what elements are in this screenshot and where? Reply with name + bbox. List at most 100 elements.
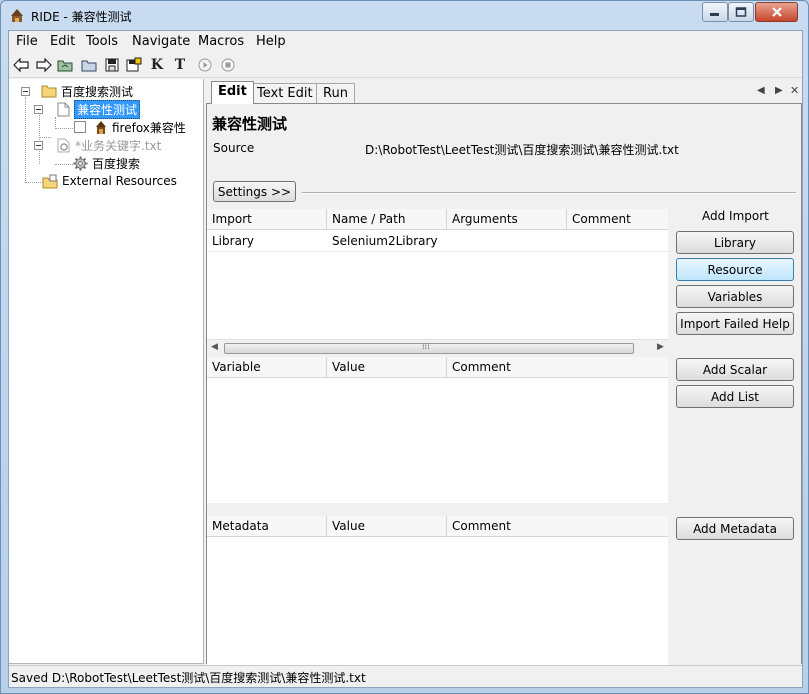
column-header-import: Import (207, 209, 327, 230)
tree-connector (25, 97, 26, 183)
import-failed-help-button[interactable]: Import Failed Help (676, 312, 794, 335)
column-header-value: Value (327, 357, 447, 378)
save-all-button[interactable] (125, 56, 143, 74)
variables-table[interactable]: Variable Value Comment (207, 357, 668, 503)
editor-notebook: Edit Text Edit Run ◀ ▶ ✕ 兼容性测试 Source D:… (206, 79, 802, 665)
add-scalar-button[interactable]: Add Scalar (676, 358, 794, 381)
editor-tabs: Edit Text Edit Run ◀ ▶ ✕ (206, 79, 802, 104)
open-folder-icon (81, 60, 97, 72)
scroll-left-icon[interactable]: ◀ (211, 342, 218, 352)
close-icon (771, 7, 782, 17)
add-metadata-button[interactable]: Add Metadata (676, 517, 794, 540)
open-folder-button[interactable] (80, 56, 98, 74)
window-title: RIDE - 兼容性测试 (31, 10, 132, 24)
save-icon (105, 58, 119, 72)
column-header-value: Value (327, 516, 447, 537)
column-header-comment: Comment (452, 519, 511, 533)
settings-divider (302, 192, 796, 194)
maximize-button[interactable] (728, 2, 754, 22)
resource-file-icon (57, 138, 70, 152)
keyword-search-button[interactable]: K (148, 56, 166, 74)
tab-text-edit[interactable]: Text Edit (250, 83, 320, 103)
table-cell-arguments[interactable] (447, 231, 567, 252)
tab-prev-icon[interactable]: ◀ (757, 85, 765, 96)
tree-item-selected-suite[interactable]: 兼容性测试 (57, 99, 141, 119)
tree-collapse-toggle[interactable] (21, 87, 30, 96)
add-resource-button[interactable]: Resource (676, 258, 794, 281)
scroll-right-icon[interactable]: ▶ (657, 342, 664, 352)
ride-window: RIDE - 兼容性测试 File Edit Tools Navigate Ma… (0, 0, 809, 694)
gear-icon (73, 155, 88, 171)
open-suite-button[interactable] (56, 56, 74, 74)
add-list-button[interactable]: Add List (676, 385, 794, 408)
tab-edit[interactable]: Edit (211, 81, 254, 104)
column-header-comment: Comment (452, 360, 511, 374)
title-bar: RIDE - 兼容性测试 (1, 1, 808, 30)
source-label: Source (213, 141, 255, 155)
menu-tools[interactable]: Tools (86, 34, 118, 49)
column-header-name-path: Name / Path (327, 209, 447, 230)
status-text: Saved D:\RobotTest\LeetTest测试\百度搜索测试\兼容性… (11, 671, 366, 685)
tree-connector (55, 164, 73, 165)
tree-item-label: 百度搜索 (92, 156, 141, 171)
tree-item-label: 兼容性测试 (74, 99, 141, 119)
tree-item-label: firefox兼容性 (112, 120, 186, 135)
minimize-button[interactable] (702, 2, 728, 22)
suite-title: 兼容性测试 (212, 115, 288, 133)
keyword-search-icon: K (150, 57, 164, 73)
column-header-metadata: Metadata (207, 516, 327, 537)
table-cell-comment[interactable] (567, 231, 668, 252)
external-resources-icon (42, 174, 58, 188)
tab-next-icon[interactable]: ▶ (775, 85, 783, 96)
table-cell-import-type[interactable]: Library (207, 231, 327, 252)
text-search-icon: T (174, 57, 186, 73)
robot-icon (96, 120, 106, 134)
tab-run[interactable]: Run (316, 83, 355, 103)
status-bar: Saved D:\RobotTest\LeetTest测试\百度搜索测试\兼容性… (9, 665, 802, 687)
imports-horizontal-scrollbar[interactable]: ◀ ⁞⁞⁞ ▶ (207, 339, 668, 356)
edit-page: 兼容性测试 Source D:\RobotTest\LeetTest测试\百度搜… (206, 103, 802, 665)
tab-close-icon[interactable]: ✕ (790, 84, 799, 97)
menu-macros[interactable]: Macros (198, 34, 244, 49)
test-case-checkbox[interactable] (74, 121, 86, 133)
tree-collapse-toggle[interactable] (34, 105, 43, 114)
menu-file[interactable]: File (16, 34, 38, 49)
run-button[interactable] (196, 56, 214, 74)
back-button[interactable] (12, 56, 30, 74)
tree-item-resource-file[interactable]: *业务关键字.txt (57, 136, 161, 154)
settings-toggle-button[interactable]: Settings >> (213, 181, 296, 202)
menu-navigate[interactable]: Navigate (132, 34, 190, 49)
tree-connector (55, 128, 75, 129)
add-import-label: Add Import (702, 209, 769, 223)
open-suite-icon (57, 60, 73, 72)
tree-item-label: 百度搜索测试 (61, 84, 134, 99)
table-cell-name-path[interactable]: Selenium2Library (327, 231, 447, 252)
tree-collapse-toggle[interactable] (34, 141, 43, 150)
menu-edit[interactable]: Edit (50, 34, 75, 49)
text-search-button[interactable]: T (171, 56, 189, 74)
stop-button[interactable] (219, 56, 237, 74)
run-icon (198, 58, 212, 72)
tree-item-test-case[interactable]: firefox兼容性 (74, 118, 186, 136)
client-area: File Edit Tools Navigate Macros Help K T… (8, 30, 803, 688)
forward-button[interactable] (35, 56, 53, 74)
add-variables-button[interactable]: Variables (676, 285, 794, 308)
suite-tree: 百度搜索测试 兼容性测试 firefox兼容性 *业务关键字.txt 百度搜索 … (9, 79, 204, 664)
imports-table[interactable]: Import Name / Path Arguments Comment Lib… (207, 209, 668, 356)
column-header-arguments: Arguments (447, 209, 567, 230)
tree-item-external-resources[interactable]: External Resources (42, 172, 177, 190)
save-button[interactable] (103, 56, 121, 74)
close-window-button[interactable] (755, 2, 798, 22)
column-header-variable: Variable (207, 357, 327, 378)
variables-header: Variable Value Comment (207, 357, 668, 378)
tree-item-keyword[interactable]: 百度搜索 (73, 154, 140, 172)
tree-connector (39, 137, 51, 138)
folder-icon (41, 85, 57, 98)
menu-help[interactable]: Help (256, 34, 286, 49)
ride-app-icon (11, 9, 23, 22)
add-library-button[interactable]: Library (676, 231, 794, 254)
scrollbar-thumb[interactable]: ⁞⁞⁞ (224, 342, 634, 354)
column-header-comment: Comment (572, 212, 631, 226)
tree-item-root-suite[interactable]: 百度搜索测试 (41, 82, 133, 100)
metadata-table[interactable]: Metadata Value Comment (207, 516, 668, 665)
